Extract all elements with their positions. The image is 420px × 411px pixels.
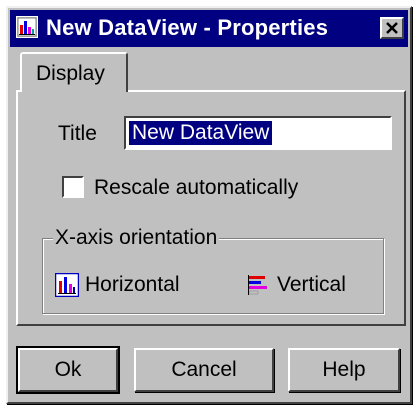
close-icon <box>386 22 398 34</box>
rescale-label[interactable]: Rescale automatically <box>94 176 298 200</box>
title-input[interactable]: New DataView <box>124 116 392 150</box>
tab-display-label: Display <box>36 62 105 85</box>
rescale-checkbox[interactable] <box>62 176 84 198</box>
tab-display[interactable]: Display <box>20 52 128 92</box>
vertical-option-label[interactable]: Vertical <box>277 273 346 297</box>
ok-button[interactable]: Ok <box>16 346 120 394</box>
horizontal-option-label[interactable]: Horizontal <box>85 273 180 297</box>
window-title: New DataView - Properties <box>46 15 329 40</box>
title-input-value: New DataView <box>129 121 273 145</box>
x-axis-orientation-label: X-axis orientation <box>53 226 220 250</box>
properties-dialog: New DataView - Properties Display Title … <box>6 6 412 404</box>
bar-chart-horizontal-bars-icon[interactable] <box>247 273 271 297</box>
title-label: Title <box>58 122 97 145</box>
x-axis-orientation-group: X-axis orientation Horizontal Vertical <box>42 226 384 314</box>
close-button[interactable] <box>380 17 404 39</box>
title-bar[interactable]: New DataView - Properties <box>10 10 408 47</box>
bar-chart-vertical-bars-icon[interactable] <box>54 272 80 298</box>
cancel-button[interactable]: Cancel <box>134 348 274 392</box>
help-button[interactable]: Help <box>288 348 400 392</box>
display-panel: Title New DataView Rescale automatically… <box>16 90 406 326</box>
dataview-icon <box>16 16 38 38</box>
